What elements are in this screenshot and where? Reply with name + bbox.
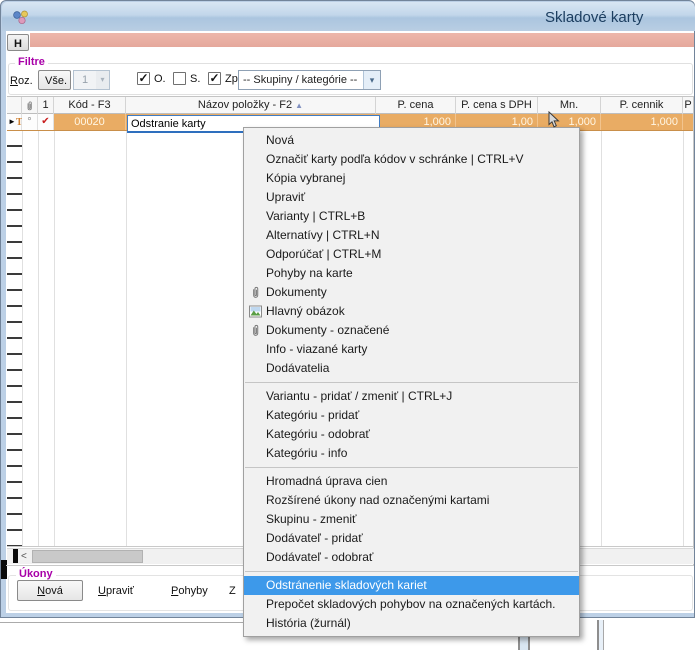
menu-item-info-viazane-karty[interactable]: Info - viazané karty: [244, 340, 579, 359]
menu-item-pohyby-na-karte[interactable]: Pohyby na karte: [244, 264, 579, 283]
checkbox-s-label: S.: [190, 73, 200, 85]
checkbox-zp-box[interactable]: ✓: [208, 72, 221, 85]
menu-item-dokumenty[interactable]: Dokumenty: [244, 283, 579, 302]
image-icon: [249, 305, 262, 318]
menu-separator: [245, 571, 578, 572]
header-kod[interactable]: Kód - F3: [54, 97, 126, 114]
left-splitter-bar[interactable]: [1, 560, 7, 579]
menu-separator: [245, 382, 578, 383]
menu-item-kategoriu-odobrat[interactable]: Kategóriu - odobrať: [244, 425, 579, 444]
paperclip-icon: [249, 324, 262, 337]
attachment-cell: °: [22, 114, 38, 130]
grid-header-row: 1 Kód - F3 Názov položky - F2 ▲ P. cena …: [7, 96, 693, 114]
menu-item-odporucat[interactable]: Odporúčať | CTRL+M: [244, 245, 579, 264]
filter-group-label: Filtre: [15, 56, 48, 68]
group-category-combobox[interactable]: -- Skupiny / kategórie -- ▾: [238, 70, 381, 90]
checkbox-o-box[interactable]: ✓: [137, 72, 150, 85]
actions-group-label: Úkony: [16, 568, 56, 580]
menu-item-prepocet-skladovych-pohybov[interactable]: Prepočet skladových pohybov na označenýc…: [244, 595, 579, 614]
h-button[interactable]: H: [7, 34, 29, 51]
group-category-value: -- Skupiny / kategórie --: [239, 71, 363, 89]
header-p-cena-s-dph[interactable]: P. cena s DPH: [456, 97, 538, 114]
window-title: Skladové karty: [545, 9, 643, 26]
menu-item-dodavatel-odobrat[interactable]: Dodávateľ - odobrať: [244, 548, 579, 567]
kod-cell: 00020: [54, 114, 126, 130]
mouse-cursor: [548, 111, 560, 129]
menu-item-oznacit-karty[interactable]: Označiť karty podľa kódov v schránke | C…: [244, 150, 579, 169]
scroll-left-arrow-icon[interactable]: <: [21, 550, 27, 563]
header-p-cena[interactable]: P. cena: [376, 97, 456, 114]
menu-item-historia-zurnal[interactable]: História (žurnál): [244, 614, 579, 633]
menu-item-skupinu-zmenit[interactable]: Skupinu - zmeniť: [244, 510, 579, 529]
checkbox-s[interactable]: S.: [173, 72, 200, 85]
row-indicator-cell: ► T: [7, 114, 22, 130]
menu-item-dokumenty-oznacene[interactable]: Dokumenty - označené: [244, 321, 579, 340]
sort-ascending-icon: ▲: [295, 101, 303, 110]
header-selector: [7, 97, 22, 114]
checkbox-s-box[interactable]: [173, 72, 186, 85]
menu-item-dodavatel-pridat[interactable]: Dodávateľ - pridať: [244, 529, 579, 548]
header-nazov[interactable]: Názov položky - F2 ▲: [126, 97, 376, 114]
current-row-arrow-icon: ►: [8, 114, 16, 130]
title-bar[interactable]: Skladové karty: [2, 2, 695, 31]
checkbox-o-label: O.: [154, 73, 166, 85]
header-flag[interactable]: 1: [38, 97, 54, 114]
checkbox-zp[interactable]: ✓ Zp.: [208, 72, 241, 85]
z-button-partial[interactable]: Z: [229, 585, 236, 597]
menu-item-variantu-pridat-zmenit[interactable]: Variantu - pridať / zmeniť | CTRL+J: [244, 387, 579, 406]
page-number-value: 1: [74, 71, 96, 89]
flag-check-cell: ✔: [38, 114, 54, 130]
menu-item-kategoriu-info[interactable]: Kategóriu - info: [244, 444, 579, 463]
app-icon: [12, 10, 29, 25]
context-menu: Nová Označiť karty podľa kódov v schránk…: [243, 127, 580, 637]
page-number-select: 1 ▾: [73, 70, 110, 90]
checkbox-o[interactable]: ✓ O.: [137, 72, 166, 85]
menu-item-hromadna-uprava-cien[interactable]: Hromadná úprava cien: [244, 472, 579, 491]
chevron-down-icon[interactable]: ▾: [363, 71, 380, 89]
header-attachment[interactable]: [22, 97, 38, 114]
background-window-border: [597, 620, 604, 650]
menu-item-kategoriu-pridat[interactable]: Kategóriu - pridať: [244, 406, 579, 425]
p-cennik-cell: 1,000: [601, 114, 683, 130]
scrollbar-thumb[interactable]: [32, 550, 143, 563]
chevron-down-icon: ▾: [96, 71, 109, 89]
paperclip-icon: [249, 286, 262, 299]
vse-button[interactable]: Vše.: [38, 70, 71, 90]
menu-item-nova[interactable]: Nová: [244, 131, 579, 150]
upravit-button[interactable]: Upraviť: [98, 585, 134, 597]
paperclip-icon: [25, 100, 34, 112]
header-p-cennik[interactable]: P. cennik: [601, 97, 683, 114]
nova-button[interactable]: Nová: [17, 580, 83, 601]
pohyby-button[interactable]: Pohyby: [171, 585, 208, 597]
menu-separator: [245, 467, 578, 468]
row-selector-column: [7, 131, 22, 546]
menu-item-dodavatelia[interactable]: Dodávatelia: [244, 359, 579, 378]
menu-item-hlavny-obrazok[interactable]: Hlavný obázok: [244, 302, 579, 321]
menu-item-varianty[interactable]: Varianty | CTRL+B: [244, 207, 579, 226]
menu-item-rozsirene-ukony[interactable]: Rozšírené úkony nad označenými kartami: [244, 491, 579, 510]
pink-strip: [30, 33, 694, 47]
roz-label[interactable]: Roz.: [10, 75, 33, 87]
splitter-handle[interactable]: [13, 549, 18, 563]
header-p-partial[interactable]: P: [683, 97, 693, 114]
menu-item-odstranenie-skladovych-kariet[interactable]: Odstránenie skladových kariet: [244, 576, 579, 595]
menu-item-upravit[interactable]: Upraviť: [244, 188, 579, 207]
menu-item-kopia-vybranej[interactable]: Kópia vybranej: [244, 169, 579, 188]
menu-item-alternativy[interactable]: Alternatívy | CTRL+N: [244, 226, 579, 245]
